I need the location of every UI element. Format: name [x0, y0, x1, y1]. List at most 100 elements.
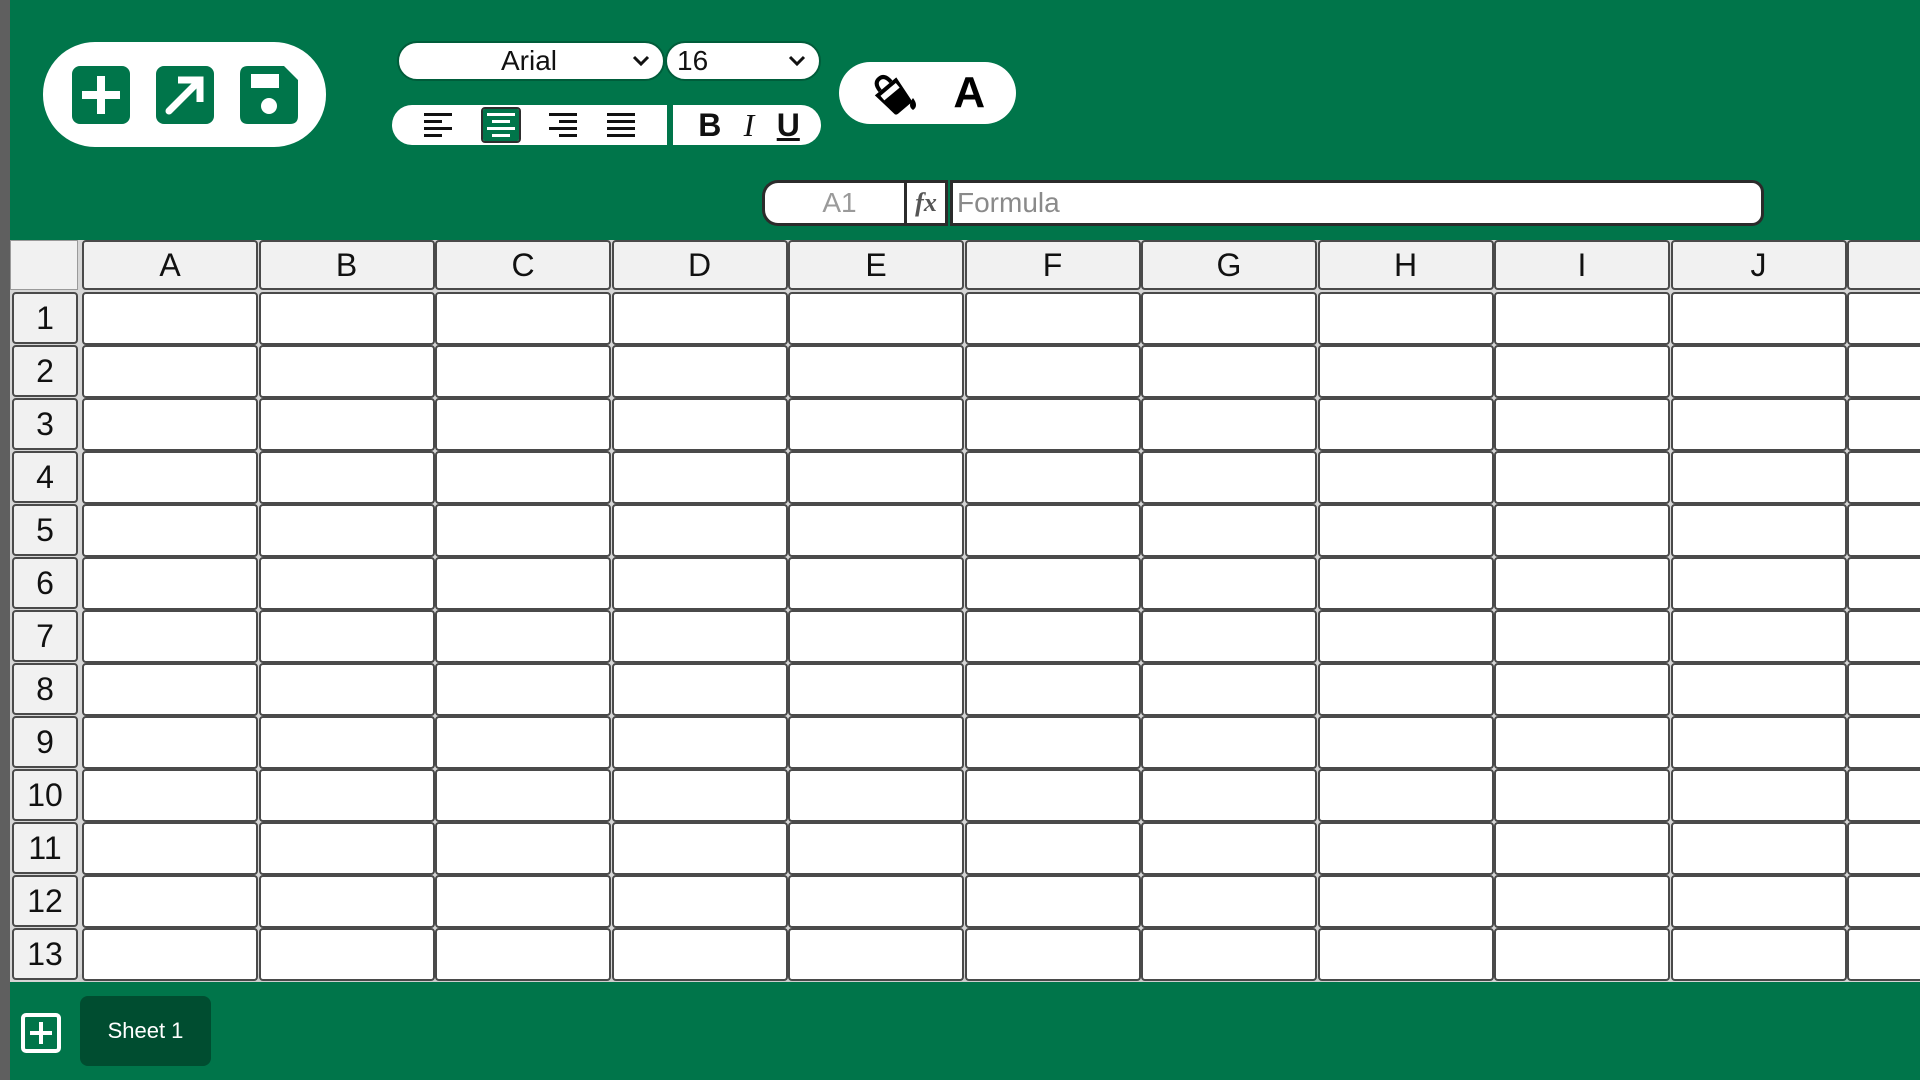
row-header[interactable]: 13: [12, 928, 78, 980]
grid-cell[interactable]: [611, 451, 788, 504]
row-header[interactable]: 9: [12, 716, 78, 768]
fill-color-button[interactable]: [870, 70, 920, 116]
grid-cell[interactable]: [611, 345, 788, 398]
grid-cell[interactable]: [1670, 345, 1847, 398]
grid-cell[interactable]: [964, 663, 1141, 716]
grid-cell[interactable]: [964, 769, 1141, 822]
grid-cell[interactable]: [1670, 292, 1847, 345]
grid-cell[interactable]: [1670, 716, 1847, 769]
grid-cell[interactable]: [258, 345, 435, 398]
grid-cell[interactable]: [788, 928, 964, 981]
grid-cell[interactable]: [82, 875, 258, 928]
grid-cell[interactable]: [1494, 610, 1670, 663]
grid-cell[interactable]: [964, 928, 1141, 981]
grid-cell[interactable]: [258, 716, 435, 769]
align-left-button[interactable]: [424, 111, 454, 139]
grid-cell[interactable]: [435, 610, 611, 663]
italic-button[interactable]: I: [744, 109, 755, 141]
grid-cell[interactable]: [1141, 610, 1317, 663]
grid-cell[interactable]: [1494, 398, 1670, 451]
grid-cell[interactable]: [82, 451, 258, 504]
column-header[interactable]: A: [82, 240, 258, 290]
grid-cell[interactable]: [611, 769, 788, 822]
align-right-button[interactable]: [547, 111, 578, 139]
grid-cell[interactable]: [258, 875, 435, 928]
align-justify-button[interactable]: [606, 111, 636, 139]
grid-cell[interactable]: [82, 716, 258, 769]
grid-cell[interactable]: [611, 663, 788, 716]
column-header[interactable]: F: [964, 240, 1141, 290]
column-header[interactable]: I: [1494, 240, 1670, 290]
column-header[interactable]: H: [1317, 240, 1494, 290]
grid-cell[interactable]: [258, 557, 435, 610]
grid-cell[interactable]: [611, 875, 788, 928]
grid-cell[interactable]: [258, 769, 435, 822]
grid-cell[interactable]: [1317, 769, 1494, 822]
column-header[interactable]: [1847, 240, 1920, 290]
grid-cell[interactable]: [258, 504, 435, 557]
grid-cell[interactable]: [435, 557, 611, 610]
grid-cell[interactable]: [788, 451, 964, 504]
row-header[interactable]: 1: [12, 292, 78, 344]
grid-cell[interactable]: [1494, 557, 1670, 610]
grid-cell[interactable]: [258, 663, 435, 716]
grid-cell[interactable]: [258, 822, 435, 875]
grid-cell[interactable]: [82, 663, 258, 716]
grid-cell[interactable]: [82, 345, 258, 398]
grid-cell[interactable]: [788, 345, 964, 398]
row-header[interactable]: 2: [12, 345, 78, 397]
grid-cell[interactable]: [1670, 875, 1847, 928]
grid-cell[interactable]: [1494, 663, 1670, 716]
grid-cell[interactable]: [435, 451, 611, 504]
grid-cell[interactable]: [1847, 345, 1920, 398]
grid-cell[interactable]: [1141, 822, 1317, 875]
grid-cell[interactable]: [788, 822, 964, 875]
grid-cell[interactable]: [788, 504, 964, 557]
grid-cell[interactable]: [1317, 451, 1494, 504]
grid-cell[interactable]: [1141, 769, 1317, 822]
grid-cell[interactable]: [788, 398, 964, 451]
grid-cell[interactable]: [964, 557, 1141, 610]
grid-cell[interactable]: [964, 610, 1141, 663]
font-size-select[interactable]: 16: [665, 41, 821, 81]
grid-cell[interactable]: [1317, 610, 1494, 663]
grid-cell[interactable]: [788, 292, 964, 345]
grid-cell[interactable]: [1141, 504, 1317, 557]
grid-cell[interactable]: [611, 292, 788, 345]
grid-cell[interactable]: [1317, 557, 1494, 610]
grid-cell[interactable]: [435, 822, 611, 875]
bold-button[interactable]: B: [698, 109, 721, 141]
text-color-button[interactable]: A: [953, 68, 985, 118]
grid-cell[interactable]: [1847, 769, 1920, 822]
grid-cell[interactable]: [1670, 610, 1847, 663]
select-all-corner[interactable]: [10, 240, 78, 290]
grid-cell[interactable]: [258, 610, 435, 663]
grid-cell[interactable]: [1670, 504, 1847, 557]
grid-cell[interactable]: [788, 610, 964, 663]
grid-cell[interactable]: [435, 716, 611, 769]
grid-cell[interactable]: [1141, 875, 1317, 928]
grid-cell[interactable]: [611, 504, 788, 557]
grid-cell[interactable]: [435, 663, 611, 716]
grid-cell[interactable]: [1847, 928, 1920, 981]
grid-cell[interactable]: [1494, 292, 1670, 345]
grid-cell[interactable]: [1494, 504, 1670, 557]
grid-cell[interactable]: [1847, 875, 1920, 928]
grid-cell[interactable]: [964, 716, 1141, 769]
grid-cell[interactable]: [1494, 928, 1670, 981]
grid-cell[interactable]: [1141, 557, 1317, 610]
formula-input[interactable]: Formula: [950, 180, 1764, 226]
grid-cell[interactable]: [1670, 822, 1847, 875]
grid-cell[interactable]: [1847, 663, 1920, 716]
grid-cell[interactable]: [1847, 716, 1920, 769]
grid-cell[interactable]: [1317, 398, 1494, 451]
grid-cell[interactable]: [82, 928, 258, 981]
grid-cell[interactable]: [964, 345, 1141, 398]
grid-cell[interactable]: [788, 557, 964, 610]
column-header[interactable]: B: [258, 240, 435, 290]
grid-cell[interactable]: [1494, 769, 1670, 822]
new-file-button[interactable]: [69, 63, 133, 127]
grid-cell[interactable]: [1847, 292, 1920, 345]
grid-cell[interactable]: [964, 875, 1141, 928]
grid-cell[interactable]: [1494, 451, 1670, 504]
